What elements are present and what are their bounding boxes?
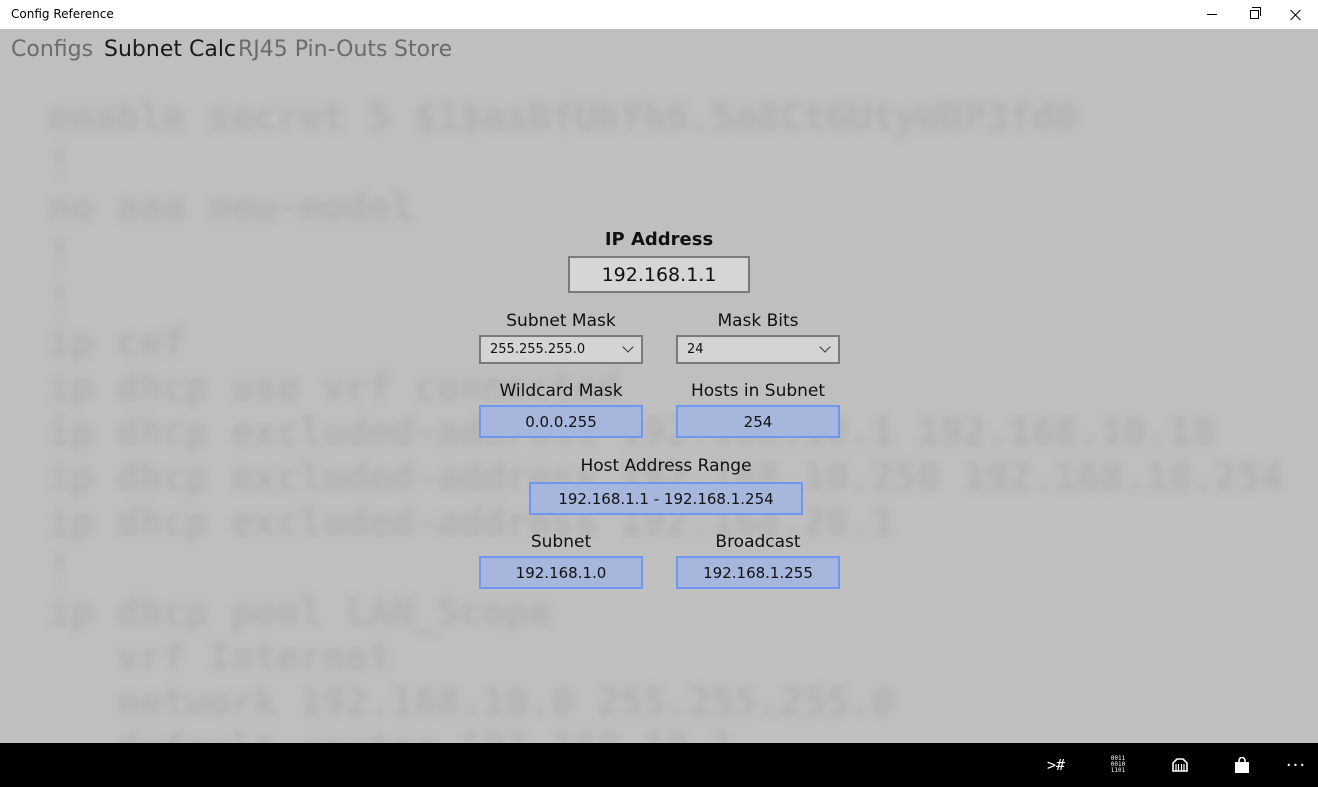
subnet-mask-select[interactable]: 255.255.255.0: [479, 335, 643, 364]
minimize-icon: [1207, 14, 1217, 15]
terminal-icon: >#: [1046, 756, 1066, 774]
tab-configs[interactable]: Configs: [11, 37, 93, 62]
terminal-button[interactable]: >#: [1036, 743, 1076, 787]
background-code-line: ip dhcp excluded-address 192.168.10.1 19…: [48, 410, 1215, 454]
close-icon: [1290, 9, 1302, 21]
background-code-line: enable secret 5 $1$asBfUhYh6.5a8Ct6UtyW0…: [48, 95, 1078, 139]
tab-rj45-pin-outs[interactable]: RJ45 Pin-Outs: [238, 37, 388, 62]
more-icon: ···: [1285, 754, 1307, 776]
ip-address-label: IP Address: [604, 229, 714, 250]
app-content: enable secret 5 $1$asBfUhYh6.5a8Ct6UtyW0…: [0, 29, 1318, 743]
background-code-line: default-router 192.168.10.1: [48, 725, 1283, 743]
background-config-text: enable secret 5 $1$asBfUhYh6.5a8Ct6UtyW0…: [48, 95, 1283, 743]
store-button[interactable]: [1222, 743, 1262, 787]
hosts-in-subnet-value: 254: [676, 405, 840, 438]
store-bag-icon: [1235, 756, 1249, 773]
subnet-mask-value: 255.255.255.0: [490, 342, 586, 357]
connector-icon: [1172, 758, 1188, 772]
binary-icon: 0011 0010 1101: [1111, 756, 1125, 774]
chevron-down-icon: [622, 341, 634, 353]
mask-bits-value: 24: [687, 342, 704, 357]
broadcast-value: 192.168.1.255: [676, 556, 840, 589]
wildcard-mask-label: Wildcard Mask: [499, 381, 623, 401]
window-title: Config Reference: [11, 7, 114, 21]
restore-button[interactable]: [1232, 0, 1276, 29]
chevron-down-icon: [819, 341, 831, 353]
tab-store[interactable]: Store: [394, 37, 452, 62]
tab-subnet-calc[interactable]: Subnet Calc: [104, 37, 236, 62]
subnet-mask-label: Subnet Mask: [506, 311, 616, 331]
mask-bits-select[interactable]: 24: [676, 335, 840, 364]
background-code-line: !: [48, 545, 71, 589]
more-button[interactable]: ···: [1276, 743, 1316, 787]
background-code-line: !: [48, 140, 71, 184]
hosts-in-subnet-label: Hosts in Subnet: [690, 381, 826, 401]
background-code-line: vrf Internet: [48, 635, 392, 679]
subnet-value: 192.168.1.0: [479, 556, 643, 589]
minimize-button[interactable]: [1190, 0, 1234, 29]
background-code-line: network 192.168.10.0 255.255.255.0: [48, 680, 895, 724]
restore-icon: [1249, 7, 1261, 19]
wildcard-mask-value: 0.0.0.255: [479, 405, 643, 438]
host-address-range-value: 192.168.1.1 - 192.168.1.254: [529, 482, 803, 515]
close-button[interactable]: [1274, 0, 1318, 29]
command-bar: ># 0011 0010 1101 ···: [0, 743, 1318, 787]
binary-button[interactable]: 0011 0010 1101: [1098, 743, 1138, 787]
background-code-line: ip dhcp use vrf connected: [48, 365, 620, 409]
mask-bits-label: Mask Bits: [717, 311, 799, 331]
host-address-range-label: Host Address Range: [580, 456, 752, 476]
background-code-line: ip cef: [48, 320, 186, 364]
background-code-line: no aaa new-model: [48, 185, 415, 229]
background-code-line: ip dhcp pool LAN_Scope: [48, 590, 552, 634]
ip-address-input[interactable]: 192.168.1.1: [568, 256, 750, 293]
binary-line: 1101: [1110, 767, 1126, 774]
subnet-label: Subnet: [530, 532, 592, 552]
connector-button[interactable]: [1160, 743, 1200, 787]
broadcast-label: Broadcast: [715, 532, 801, 552]
title-bar: Config Reference: [0, 0, 1318, 29]
